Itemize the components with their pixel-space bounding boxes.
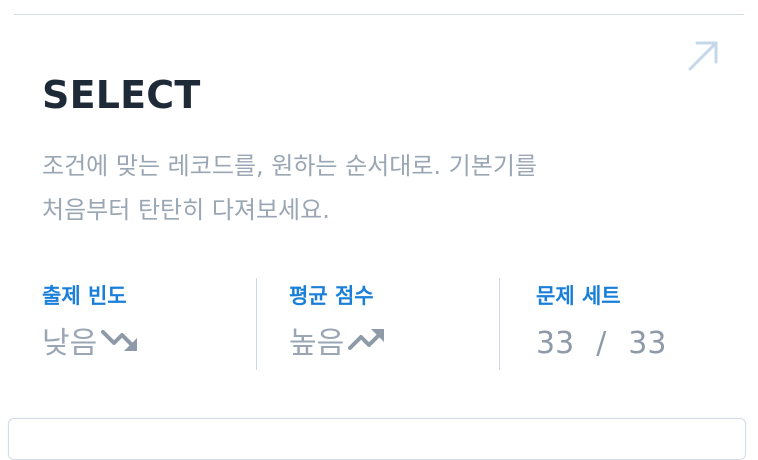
next-topic-card[interactable]: [8, 418, 746, 460]
stat-average-score-label: 평균 점수: [289, 284, 374, 308]
trending-down-icon: [101, 324, 141, 364]
problem-sets-total: 33: [628, 326, 667, 361]
topic-description-line-1: 조건에 맞는 레코드를, 원하는 순서대로. 기본기를: [42, 152, 538, 180]
stat-average-score: 평균 점수 높음: [256, 278, 498, 370]
stat-frequency-value-row: 낮음: [42, 324, 252, 364]
arrow-up-right-icon: [688, 41, 718, 71]
open-topic-link[interactable]: [686, 38, 722, 74]
stat-frequency-value: 낮음: [42, 326, 98, 361]
topic-description: 조건에 맞는 레코드를, 원하는 순서대로. 기본기를 처음부터 탄탄히 다져보…: [42, 144, 662, 232]
stat-average-score-value: 높음: [289, 326, 345, 361]
stat-problem-sets-value: 33 / 33: [536, 324, 739, 364]
stat-problem-sets-label: 문제 세트: [536, 284, 621, 308]
trending-up-icon: [348, 324, 388, 364]
topic-card-select[interactable]: SELECT 조건에 맞는 레코드를, 원하는 순서대로. 기본기를 처음부터 …: [0, 0, 758, 431]
stat-problem-sets: 문제 세트 33 / 33: [499, 278, 739, 370]
problem-sets-separator: /: [596, 326, 607, 361]
problem-sets-solved: 33: [536, 326, 575, 361]
topic-title: SELECT: [42, 73, 201, 117]
stat-average-score-value-row: 높음: [289, 324, 498, 364]
topic-description-line-2: 처음부터 탄탄히 다져보세요.: [42, 196, 330, 224]
stat-frequency: 출제 빈도 낮음: [42, 278, 252, 370]
stat-frequency-label: 출제 빈도: [42, 284, 127, 308]
